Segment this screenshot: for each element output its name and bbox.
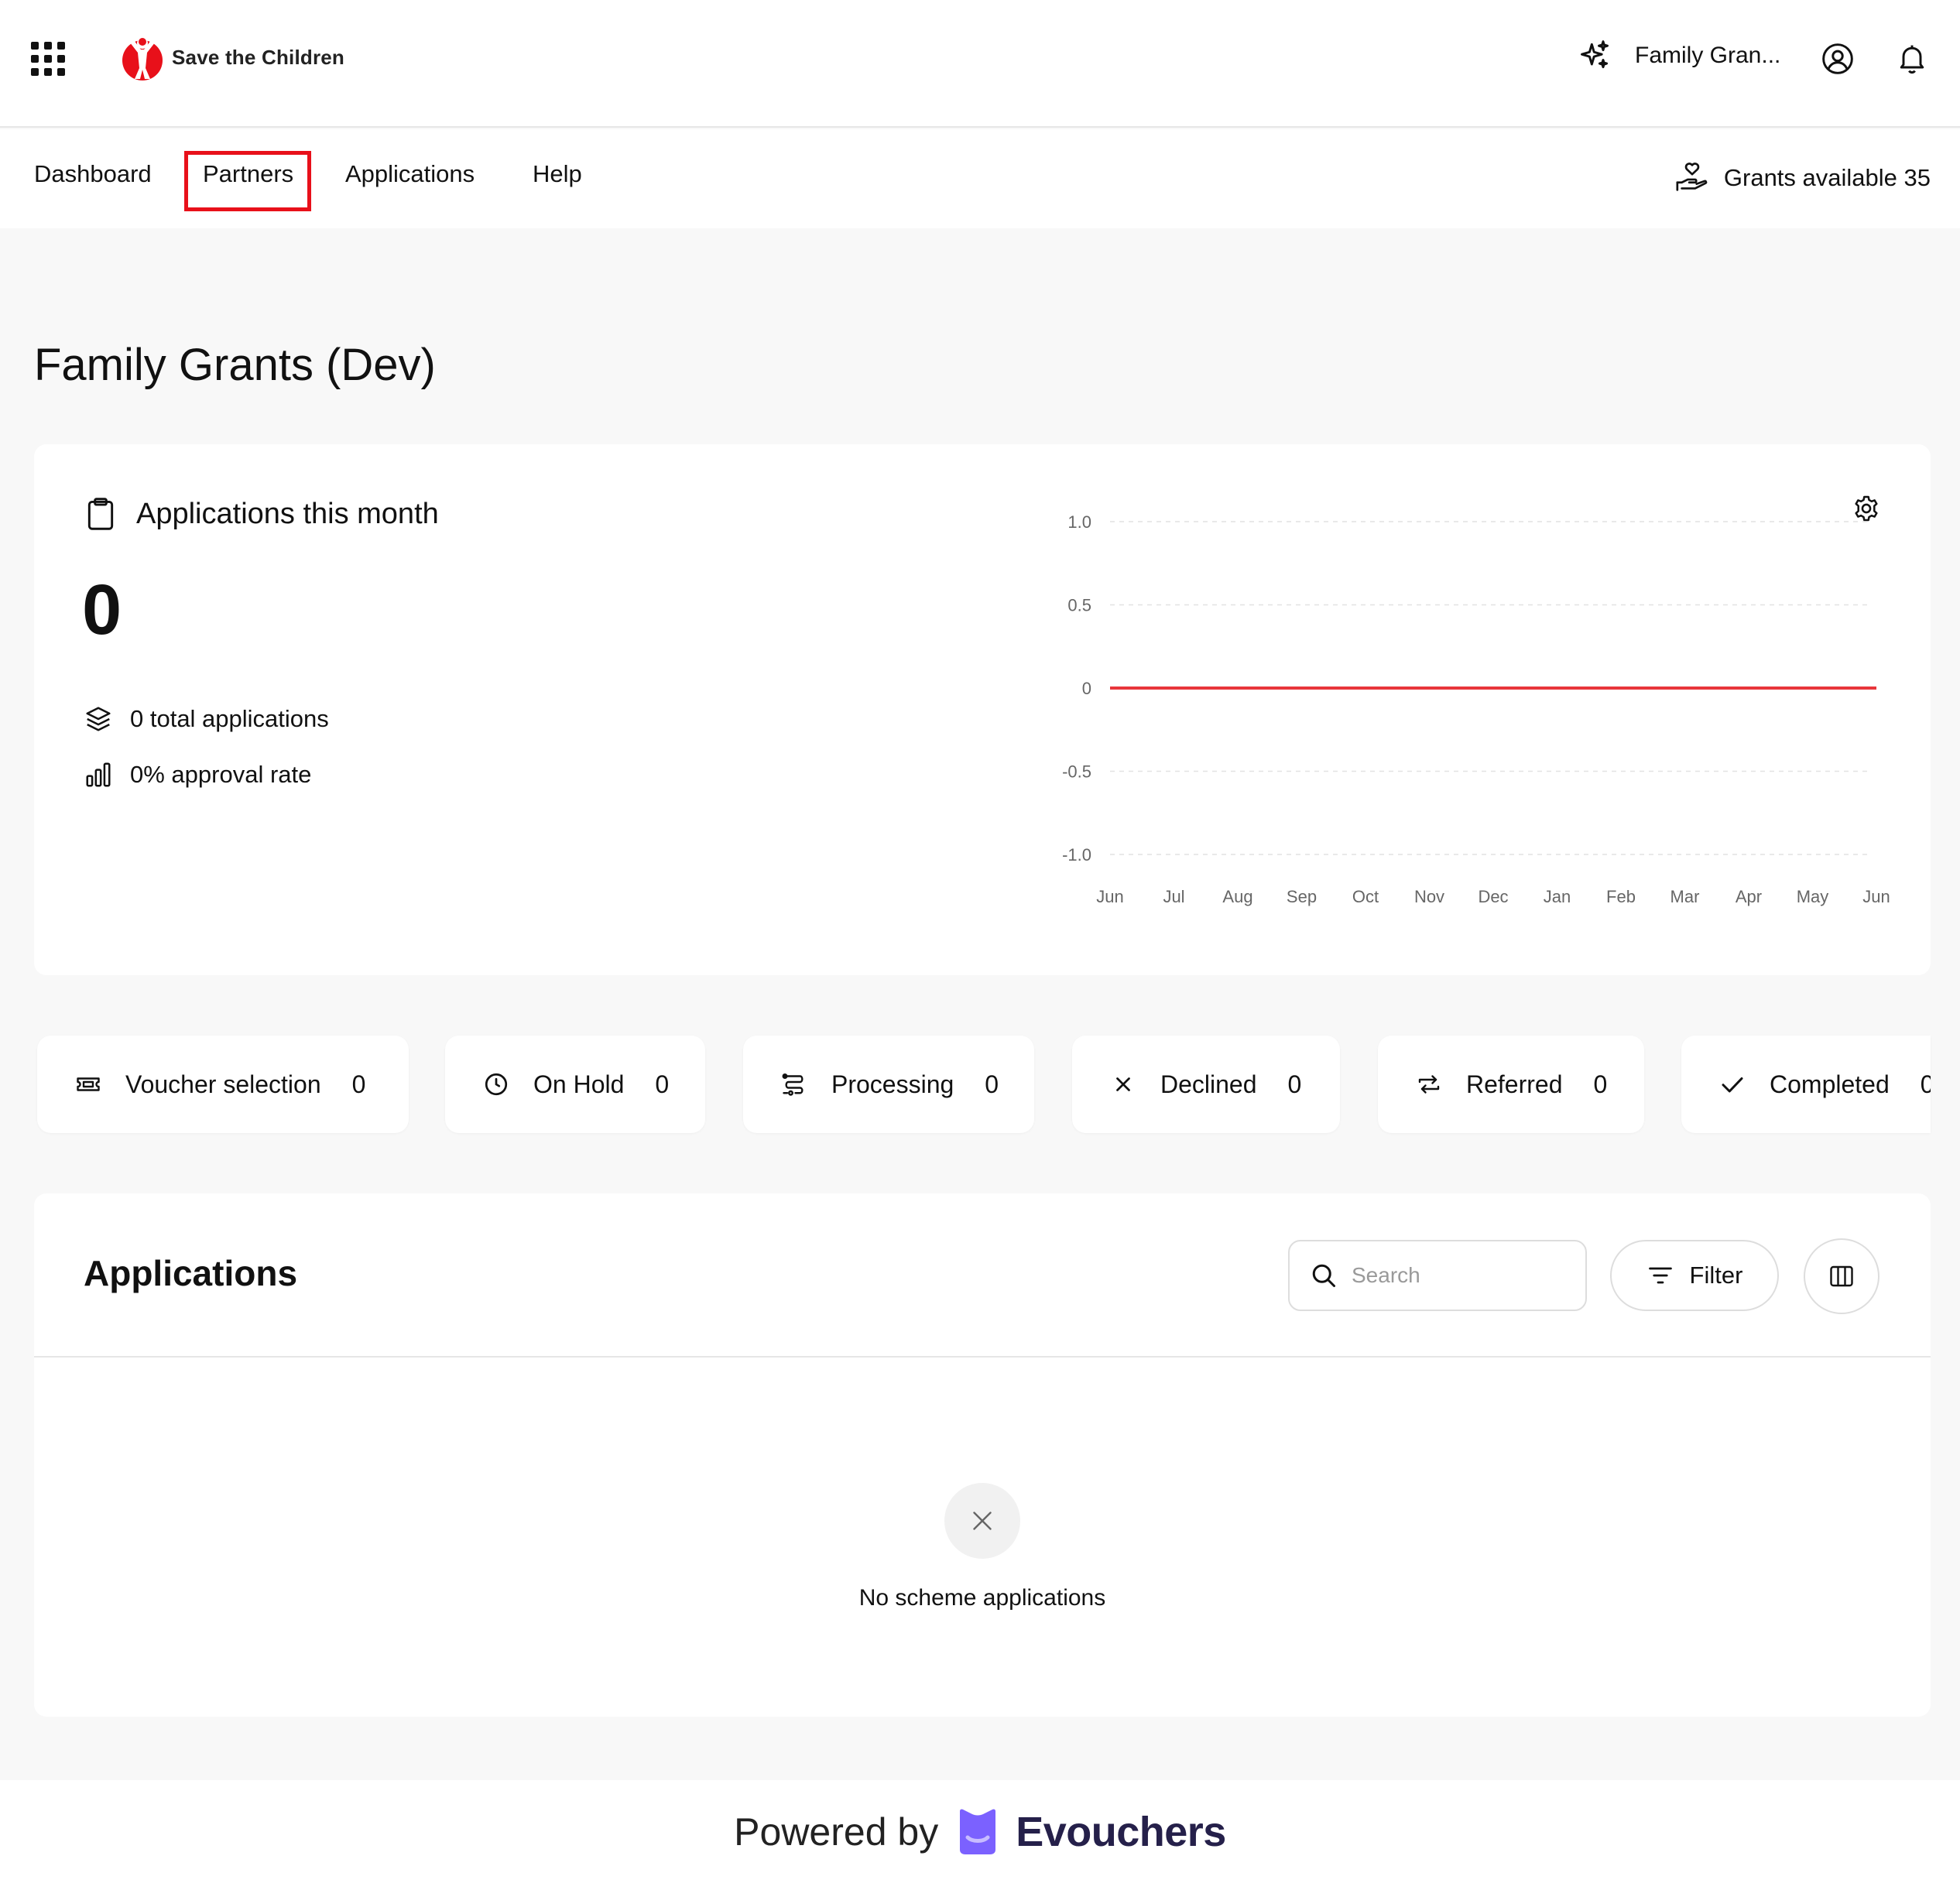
brand-logo[interactable]: Save the Children [119, 33, 344, 82]
nav-partners[interactable]: Partners [203, 160, 293, 188]
page-title: Family Grants (Dev) [34, 340, 436, 390]
chart-x-tick-label: Feb [1606, 887, 1636, 906]
layers-icon [86, 707, 111, 731]
applications-line-chart: 1.0 0.5 0 -0.5 -1.0 Jun Jul Aug Sep Oct Nov Dec Jan F… [1062, 512, 1890, 906]
chart-x-tick-label: Oct [1352, 887, 1379, 906]
chart-x-tick-label: Mar [1670, 887, 1700, 906]
empty-state-badge [944, 1483, 1020, 1559]
chart-x-tick-label: Sep [1287, 887, 1317, 906]
applications-title: Applications [84, 1253, 298, 1293]
empty-state-message: No scheme applications [858, 1585, 1106, 1611]
chart-x-tick-label: May [1797, 887, 1829, 906]
status-label: Declined [1160, 1070, 1257, 1098]
grants-available: Grants available 35 [1674, 160, 1931, 196]
search-input[interactable] [1352, 1263, 1553, 1288]
chart-x-tick-label: Nov [1414, 887, 1444, 906]
chart-x-tick-label: Apr [1736, 887, 1762, 906]
chart-x-tick-label: Jul [1163, 887, 1184, 906]
powered-by: Powered by Evouchers [0, 1808, 1960, 1856]
evouchers-brand: Evouchers [1016, 1809, 1226, 1855]
status-referred[interactable]: Referred 0 [1378, 1036, 1644, 1133]
status-count: 0 [1920, 1070, 1931, 1098]
chart-x-tick-label: Jun [1096, 887, 1123, 906]
status-label: Processing [831, 1070, 954, 1098]
save-the-children-logo-icon [122, 37, 163, 80]
applications-count: 0 [82, 570, 122, 649]
chart-y-tick-label: 1.0 [1067, 512, 1091, 532]
nav-help[interactable]: Help [533, 160, 582, 188]
status-label: Completed [1770, 1070, 1890, 1098]
chart-y-tick-label: -1.0 [1062, 845, 1091, 865]
filter-label: Filter [1689, 1262, 1743, 1289]
status-count: 0 [351, 1070, 366, 1098]
scheme-switcher[interactable]: Family Gran... [1578, 39, 1780, 73]
status-label: Referred [1466, 1070, 1563, 1098]
evouchers-logo-icon [960, 1809, 996, 1854]
approval-rate-text: 0% approval rate [130, 761, 312, 788]
grants-available-label: Grants available 35 [1723, 164, 1931, 191]
approval-rate-row: 0% approval rate [84, 760, 311, 789]
applications-stats-card: Applications this month 0 0 total applic… [34, 444, 1931, 975]
x-icon [1116, 1077, 1130, 1091]
columns-button[interactable] [1804, 1238, 1879, 1314]
close-icon [973, 1512, 992, 1530]
brand-name: Save the Children [172, 45, 345, 69]
bell-icon[interactable] [1895, 42, 1929, 76]
chart-x-tick-label: Jan [1544, 887, 1571, 906]
chart-y-tick-label: -0.5 [1062, 762, 1091, 782]
sparkles-icon [1581, 40, 1609, 69]
search-box[interactable] [1288, 1240, 1587, 1311]
chart-x-tick-label: Aug [1222, 887, 1252, 906]
filter-icon [1648, 1267, 1672, 1284]
chart-y-tick-label: 0 [1082, 679, 1091, 698]
chart-y-tick-label: 0.5 [1067, 596, 1091, 615]
chart-x-tick-label: Dec [1478, 887, 1508, 906]
status-declined[interactable]: Declined 0 [1072, 1036, 1340, 1133]
status-count: 0 [985, 1070, 999, 1098]
route-icon [782, 1073, 804, 1096]
status-count: 0 [1287, 1070, 1302, 1098]
status-voucher-selection[interactable]: Voucher selection 0 [37, 1036, 409, 1133]
clock-icon [485, 1073, 508, 1096]
footer: Powered by Evouchers [0, 1780, 1960, 1890]
total-applications-row: 0 total applications [84, 704, 329, 734]
search-icon [1312, 1264, 1335, 1287]
check-icon [1722, 1077, 1743, 1093]
status-on-hold[interactable]: On Hold 0 [445, 1036, 705, 1133]
nav-dashboard[interactable]: Dashboard [34, 160, 152, 188]
app-launcher-icon[interactable] [31, 42, 65, 76]
nav-applications[interactable]: Applications [345, 160, 475, 188]
total-applications-text: 0 total applications [130, 705, 329, 732]
stats-heading: Applications this month [85, 497, 439, 531]
status-completed[interactable]: Completed 0 [1681, 1036, 1931, 1133]
main-nav: Dashboard Partners Applications Help Gra… [0, 129, 1960, 228]
status-processing[interactable]: Processing 0 [743, 1036, 1034, 1133]
ticket-icon [77, 1077, 100, 1091]
scheme-name: Family Gran... [1635, 43, 1781, 68]
status-count: 0 [655, 1070, 670, 1098]
status-count: 0 [1593, 1070, 1608, 1098]
stats-heading-text: Applications this month [136, 497, 439, 530]
filter-button[interactable]: Filter [1610, 1240, 1779, 1311]
status-label: On Hold [533, 1070, 625, 1098]
divider [34, 1356, 1931, 1358]
status-label: Voucher selection [125, 1070, 321, 1098]
powered-by-label: Powered by [734, 1810, 939, 1854]
applications-card: Applications Filter No scheme applicatio… [34, 1193, 1931, 1717]
hand-heart-icon [1676, 163, 1708, 191]
bar-chart-icon [86, 762, 111, 787]
columns-icon [1830, 1265, 1853, 1287]
user-account-icon[interactable] [1821, 42, 1855, 76]
chart-x-tick-label: Jun [1862, 887, 1890, 906]
top-header: Save the Children Family Gran... [0, 0, 1960, 128]
clipboard-icon [87, 498, 114, 530]
repeat-icon [1418, 1075, 1440, 1094]
